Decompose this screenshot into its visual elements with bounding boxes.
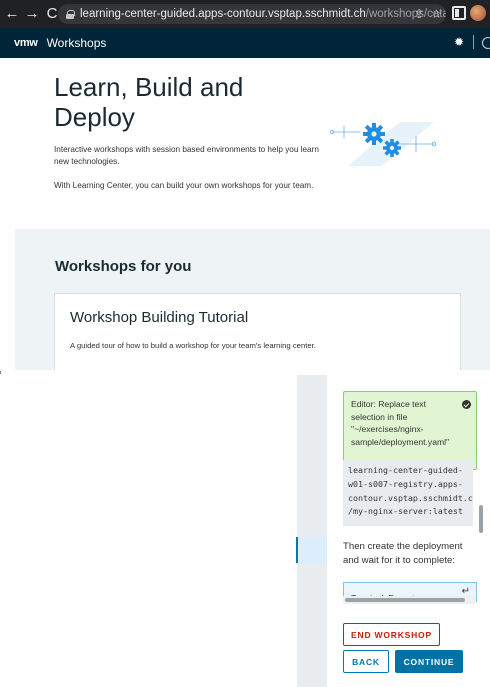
back-button[interactable]: BACK bbox=[343, 650, 389, 673]
editor-action-block[interactable]: Editor: Replace text selection in file "… bbox=[343, 391, 477, 470]
workshop-card-title[interactable]: Workshop Building Tutorial bbox=[70, 309, 248, 326]
browser-toolbar: ← → C learning-center-guided.apps-contou… bbox=[0, 0, 490, 28]
app-header: vmw Workshops bbox=[0, 28, 490, 58]
end-workshop-button[interactable]: END WORKSHOP bbox=[343, 623, 440, 646]
address-bar-actions: ⇪ ☆ bbox=[414, 6, 442, 22]
scrollbar-thumb[interactable] bbox=[345, 598, 465, 602]
sidebar-toggle-icon[interactable] bbox=[452, 6, 466, 20]
divider bbox=[473, 35, 474, 49]
workshops-section: Workshops for you Workshop Building Tuto… bbox=[15, 229, 490, 370]
editor-action-text: Editor: Replace text selection in file "… bbox=[351, 399, 450, 447]
address-bar[interactable]: learning-center-guided.apps-contour.vspt… bbox=[58, 4, 446, 24]
theme-controls bbox=[453, 35, 490, 49]
check-circle-icon bbox=[462, 400, 471, 409]
panel-gutter bbox=[297, 375, 327, 687]
gutter-indicator bbox=[296, 537, 298, 563]
workshop-card[interactable]: Workshop Building Tutorial A guided tour… bbox=[54, 293, 461, 370]
share-icon[interactable]: ⇪ bbox=[414, 6, 424, 22]
page-title: Learn, Build and Deploy bbox=[54, 72, 244, 132]
workshop-card-description: A guided tour of how to build a workshop… bbox=[70, 341, 316, 350]
dark-theme-icon[interactable] bbox=[480, 35, 490, 49]
horizontal-scrollbar[interactable] bbox=[343, 596, 475, 604]
instructions-panel: Editor: Replace text selection in file "… bbox=[327, 375, 490, 687]
divider bbox=[0, 371, 1, 374]
url-host: learning-center-guided.apps-contour.vspt… bbox=[80, 8, 366, 20]
vmware-logo[interactable]: vmw bbox=[14, 37, 38, 49]
page: ← → C learning-center-guided.apps-contou… bbox=[0, 0, 490, 687]
star-icon[interactable]: ☆ bbox=[431, 6, 442, 22]
gears-illustration bbox=[330, 122, 437, 166]
back-arrow-icon[interactable]: ← bbox=[4, 0, 20, 28]
intro-paragraph-secondary: With Learning Center, you can build your… bbox=[54, 181, 314, 190]
instruction-text: Then create the deployment and wait for … bbox=[343, 541, 463, 566]
app-title[interactable]: Workshops bbox=[47, 36, 107, 50]
continue-button[interactable]: CONTINUE bbox=[395, 650, 463, 673]
vertical-scrollbar[interactable] bbox=[479, 505, 483, 533]
code-text: learning-center-guided- w01-s007-registr… bbox=[348, 465, 473, 517]
section-heading: Workshops for you bbox=[55, 258, 192, 275]
forward-arrow-icon[interactable]: → bbox=[24, 0, 40, 28]
light-theme-icon[interactable] bbox=[453, 35, 467, 49]
profile-avatar[interactable] bbox=[470, 5, 486, 21]
gutter-highlight bbox=[297, 537, 327, 563]
code-block[interactable]: learning-center-guided- w01-s007-registr… bbox=[343, 460, 473, 526]
intro-paragraph: Interactive workshops with session based… bbox=[54, 145, 319, 166]
lock-icon bbox=[66, 9, 75, 19]
